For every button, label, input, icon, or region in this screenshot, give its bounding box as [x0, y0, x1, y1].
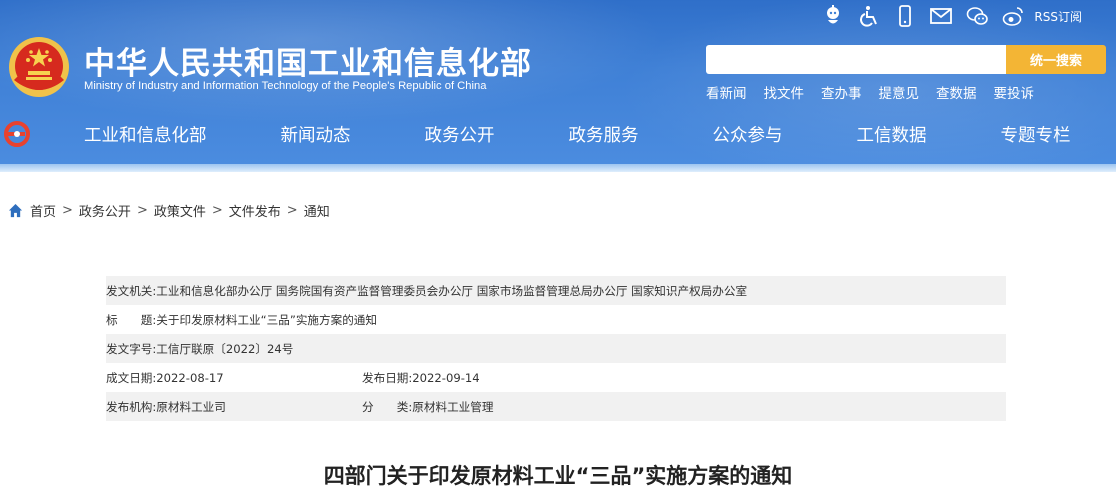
robot-assistant-icon[interactable]	[822, 5, 844, 27]
breadcrumb-separator: >	[136, 203, 148, 218]
search-input[interactable]	[706, 45, 1006, 74]
main-nav: 工业和信息化部 新闻动态 政务公开 政务服务 公众参与 工信数据 专题专栏	[84, 122, 1071, 147]
info-row-org-category: 发布机构: 原材料工业司 分 类:原材料工业管理	[106, 392, 1006, 421]
document-info-table: 发文机关: 工业和信息化部办公厅 国务院国有资产监督管理委员会办公厅 国家市场监…	[106, 276, 1006, 421]
nav-item-services[interactable]: 政务服务	[569, 122, 639, 147]
accessibility-icon[interactable]	[858, 5, 880, 27]
weibo-icon[interactable]	[1002, 5, 1024, 27]
site-subtitle: Ministry of Industry and Information Tec…	[84, 80, 487, 92]
quick-links: 看新闻 找文件 查办事 提意见 查数据 要投诉	[706, 82, 1051, 102]
breadcrumb-file-release[interactable]: 文件发布	[229, 201, 281, 220]
breadcrumb-notice[interactable]: 通知	[304, 201, 330, 220]
quick-link-data[interactable]: 查数据	[936, 82, 977, 102]
breadcrumb-policy-documents[interactable]: 政策文件	[154, 201, 206, 220]
top-toolbar: RSS订阅	[808, 4, 1082, 28]
info-row-issuer: 发文机关: 工业和信息化部办公厅 国务院国有资产监督管理委员会办公厅 国家市场监…	[106, 276, 1006, 305]
search-button[interactable]: 统一搜索	[1006, 45, 1106, 74]
organization-value: 原材料工业司	[156, 399, 226, 414]
nav-item-topics[interactable]: 专题专栏	[1001, 122, 1071, 147]
mobile-icon[interactable]	[894, 5, 916, 27]
title-value: 关于印发原材料工业“三品”实施方案的通知	[156, 312, 377, 327]
breadcrumb-separator: >	[211, 203, 223, 218]
quick-link-news[interactable]: 看新闻	[706, 82, 747, 102]
site-header: RSS订阅 中华人民共和国工业和信息化部 Ministry of Industr…	[0, 0, 1116, 172]
issuer-label: 发文机关:	[106, 283, 157, 298]
breadcrumb-separator: >	[286, 203, 298, 218]
organization-label: 发布机构:	[106, 399, 157, 414]
wechat-icon[interactable]	[966, 5, 989, 27]
national-emblem-icon	[9, 37, 69, 97]
category-group: 分 类:原材料工业管理	[362, 399, 493, 415]
rss-link[interactable]: RSS订阅	[1034, 8, 1082, 25]
breadcrumb: 首页 > 政务公开 > 政策文件 > 文件发布 > 通知	[8, 201, 330, 220]
published-date-value: 2022-09-14	[412, 370, 480, 385]
nav-item-data[interactable]: 工信数据	[857, 122, 927, 147]
info-row-document-number: 发文字号: 工信厅联原〔2022〕24号	[106, 334, 1006, 363]
nav-item-public-affairs[interactable]: 政务公开	[425, 122, 495, 147]
quick-link-feedback[interactable]: 提意见	[879, 82, 920, 102]
quick-link-documents[interactable]: 找文件	[764, 82, 805, 102]
issuer-value: 工业和信息化部办公厅 国务院国有资产监督管理委员会办公厅 国家市场监督管理总局办…	[156, 283, 748, 298]
header-bottom-strip	[0, 164, 1116, 172]
nav-item-participation[interactable]: 公众参与	[713, 122, 783, 147]
published-date-group: 发布日期:2022-09-14	[362, 370, 480, 386]
breadcrumb-public-affairs[interactable]: 政务公开	[79, 201, 131, 220]
document-number-value: 工信厅联原〔2022〕24号	[156, 341, 294, 356]
ministry-logo-icon[interactable]	[4, 121, 30, 147]
written-date-label: 成文日期:	[106, 370, 157, 385]
category-label: 分 类:	[362, 399, 413, 414]
document-title: 四部门关于印发原材料工业“三品”实施方案的通知	[323, 464, 793, 488]
breadcrumb-home[interactable]: 首页	[30, 201, 56, 220]
info-row-title: 标 题: 关于印发原材料工业“三品”实施方案的通知	[106, 305, 1006, 334]
category-value: 原材料工业管理	[412, 399, 494, 414]
breadcrumb-separator: >	[62, 203, 73, 218]
quick-link-services[interactable]: 查办事	[821, 82, 862, 102]
quick-link-complaint[interactable]: 要投诉	[994, 82, 1035, 102]
home-icon	[8, 203, 23, 218]
written-date-value: 2022-08-17	[156, 370, 224, 385]
published-date-label: 发布日期:	[362, 370, 413, 385]
title-label: 标 题:	[106, 312, 157, 327]
info-row-dates: 成文日期: 2022-08-17 发布日期:2022-09-14	[106, 363, 1006, 392]
nav-item-ministry[interactable]: 工业和信息化部	[84, 122, 207, 147]
site-title: 中华人民共和国工业和信息化部	[84, 46, 532, 82]
mail-icon[interactable]	[930, 5, 953, 27]
nav-item-news[interactable]: 新闻动态	[281, 122, 351, 147]
document-number-label: 发文字号:	[106, 341, 157, 356]
